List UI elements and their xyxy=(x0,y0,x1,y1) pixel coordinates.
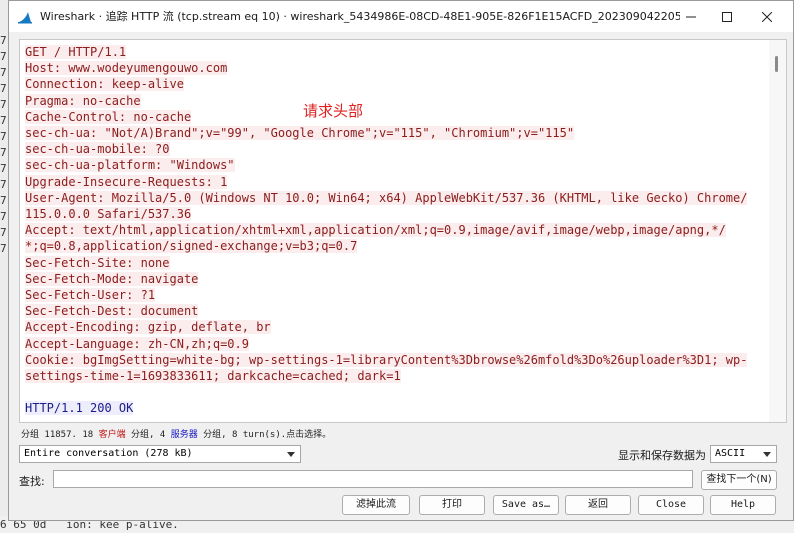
client-line[interactable]: settings-time-1=1693833611; darkcache=ca… xyxy=(25,368,765,384)
status-client-link[interactable]: 客户端 xyxy=(99,430,126,440)
save-as-button[interactable]: Save as… xyxy=(493,495,559,515)
close-icon xyxy=(762,11,772,22)
client-line[interactable]: Connection: keep-alive xyxy=(25,76,765,92)
close-button[interactable]: Close xyxy=(638,495,704,515)
find-input[interactable] xyxy=(53,470,693,488)
client-line[interactable]: Accept-Language: zh-CN,zh;q=0.9 xyxy=(25,336,765,352)
line-text: Accept-Language: zh-CN,zh;q=0.9 xyxy=(25,336,249,351)
minimize-button[interactable] xyxy=(673,1,709,32)
client-line[interactable]: sec-ch-ua: "Not/A)Brand";v="99", "Google… xyxy=(25,125,765,141)
title-bar: Wireshark · 追踪 HTTP 流 (tcp.stream eq 10)… xyxy=(9,1,793,32)
line-text: sec-ch-ua-mobile: ?0 xyxy=(25,142,170,157)
background-digit: 7 xyxy=(0,162,7,175)
maximize-button[interactable] xyxy=(709,1,745,32)
help-button[interactable]: Help xyxy=(710,495,776,515)
print-button[interactable]: 打印 xyxy=(419,495,485,515)
client-line[interactable]: Host: www.wodeyumengouwo.com xyxy=(25,60,765,76)
background-digit: 7 xyxy=(0,194,7,207)
client-line[interactable]: Accept: text/html,application/xhtml+xml,… xyxy=(25,222,765,238)
back-button[interactable]: 返回 xyxy=(565,495,631,515)
format-select[interactable]: ASCII xyxy=(710,445,777,463)
line-text: Sec-Fetch-User: ?1 xyxy=(25,288,156,303)
stream-status-text: 分组 11857. 18 客户端 分组, 4 服务器 分组, 8 turn(s)… xyxy=(21,427,331,440)
line-text: sec-ch-ua-platform: "Windows" xyxy=(25,158,235,173)
line-text: sec-ch-ua: "Not/A)Brand";v="99", "Google… xyxy=(25,126,575,141)
client-line[interactable]: GET / HTTP/1.1 xyxy=(25,44,765,60)
filter-out-stream-button[interactable]: 滤掉此流 xyxy=(342,495,410,515)
vertical-scrollbar[interactable] xyxy=(769,40,786,422)
blank-line[interactable] xyxy=(25,384,765,400)
close-window-button[interactable] xyxy=(749,1,785,32)
line-text: Sec-Fetch-Dest: document xyxy=(25,304,199,319)
client-line[interactable]: Upgrade-Insecure-Requests: 1 xyxy=(25,174,765,190)
client-line[interactable]: Sec-Fetch-Site: none xyxy=(25,255,765,271)
server-line[interactable]: HTTP/1.1 200 OK xyxy=(25,400,765,416)
line-text: Sec-Fetch-Mode: navigate xyxy=(25,271,199,286)
format-label: 显示和保存数据为 xyxy=(618,449,706,462)
client-line[interactable]: 115.0.0.0 Safari/537.36 xyxy=(25,206,765,222)
line-text: User-Agent: Mozilla/5.0 (Windows NT 10.0… xyxy=(25,190,748,205)
stream-text[interactable]: GET / HTTP/1.1 Host: www.wodeyumengouwo.c… xyxy=(25,44,765,417)
client-line[interactable]: sec-ch-ua-mobile: ?0 xyxy=(25,141,765,157)
line-text: Sec-Fetch-Site: none xyxy=(25,255,170,270)
client-line[interactable]: Cookie: bgImgSetting=white-bg; wp-settin… xyxy=(25,352,765,368)
background-digit: 7 xyxy=(0,34,7,47)
background-digit: 7 xyxy=(0,66,7,79)
status-server-link[interactable]: 服务器 xyxy=(171,430,198,440)
follow-stream-dialog: Wireshark · 追踪 HTTP 流 (tcp.stream eq 10)… xyxy=(8,0,794,521)
client-line[interactable]: Sec-Fetch-Dest: document xyxy=(25,303,765,319)
client-line[interactable]: Pragma: no-cache xyxy=(25,93,765,109)
background-digit: 7 xyxy=(0,98,7,111)
background-digit: 7 xyxy=(0,178,7,191)
line-text: Host: www.wodeyumengouwo.com xyxy=(25,61,228,76)
background-digit: 7 xyxy=(0,146,7,159)
line-text: GET / HTTP/1.1 xyxy=(25,45,127,59)
line-text: Cookie: bgImgSetting=white-bg; wp-settin… xyxy=(25,352,748,367)
format-select-value: ASCII xyxy=(715,448,746,459)
background-digit: 7 xyxy=(0,210,7,223)
stream-content-area[interactable]: GET / HTTP/1.1 Host: www.wodeyumengouwo.c… xyxy=(19,39,787,423)
client-line[interactable]: *;q=0.8,application/signed-exchange;v=b3… xyxy=(25,238,765,254)
line-text: Pragma: no-cache xyxy=(25,93,141,108)
find-next-button[interactable]: 查找下一个(N) xyxy=(701,470,777,490)
line-text: HTTP/1.1 200 OK xyxy=(25,401,134,416)
status-suffix: 分组, 8 turn(s).点击选择。 xyxy=(197,430,332,440)
chevron-down-icon xyxy=(763,452,771,457)
background-digit: 7 xyxy=(0,82,7,95)
request-header-annotation: 请求头部 xyxy=(303,102,364,120)
status-prefix: 分组 11857. 18 xyxy=(21,430,99,440)
line-text: Upgrade-Insecure-Requests: 1 xyxy=(25,174,228,189)
client-line[interactable]: Sec-Fetch-Mode: navigate xyxy=(25,271,765,287)
chevron-down-icon xyxy=(287,452,295,457)
conversation-select-value: Entire conversation (278 kB) xyxy=(24,448,193,459)
line-text: Accept: text/html,application/xhtml+xml,… xyxy=(25,223,726,238)
wireshark-fin-icon xyxy=(18,12,32,24)
client-line[interactable]: sec-ch-ua-platform: "Windows" xyxy=(25,157,765,173)
line-text: Accept-Encoding: gzip, deflate, br xyxy=(25,320,271,335)
line-text: Connection: keep-alive xyxy=(25,77,184,92)
line-text: Cache-Control: no-cache xyxy=(25,109,192,124)
line-text: *;q=0.8,application/signed-exchange;v=b3… xyxy=(25,239,358,254)
background-digit: 7 xyxy=(0,226,7,239)
scrollbar-thumb[interactable] xyxy=(775,56,778,72)
client-line[interactable]: Accept-Encoding: gzip, deflate, br xyxy=(25,319,765,335)
conversation-select[interactable]: Entire conversation (278 kB) xyxy=(19,445,301,463)
maximize-icon xyxy=(722,11,732,22)
background-digit: 7 xyxy=(0,130,7,143)
window-title: Wireshark · 追踪 HTTP 流 (tcp.stream eq 10)… xyxy=(40,10,680,23)
client-line[interactable]: Cache-Control: no-cache xyxy=(25,109,765,125)
client-line[interactable]: User-Agent: Mozilla/5.0 (Windows NT 10.0… xyxy=(25,190,765,206)
background-digit: 7 xyxy=(0,50,7,63)
background-digit: 7 xyxy=(0,242,7,255)
status-mid: 分组, 4 xyxy=(125,430,171,440)
find-label: 查找: xyxy=(19,475,45,488)
minimize-icon xyxy=(686,16,696,17)
line-text: 115.0.0.0 Safari/537.36 xyxy=(25,207,192,222)
line-text: settings-time-1=1693833611; darkcache=ca… xyxy=(25,369,401,384)
client-line[interactable]: Sec-Fetch-User: ?1 xyxy=(25,287,765,303)
background-digit: 7 xyxy=(0,114,7,127)
